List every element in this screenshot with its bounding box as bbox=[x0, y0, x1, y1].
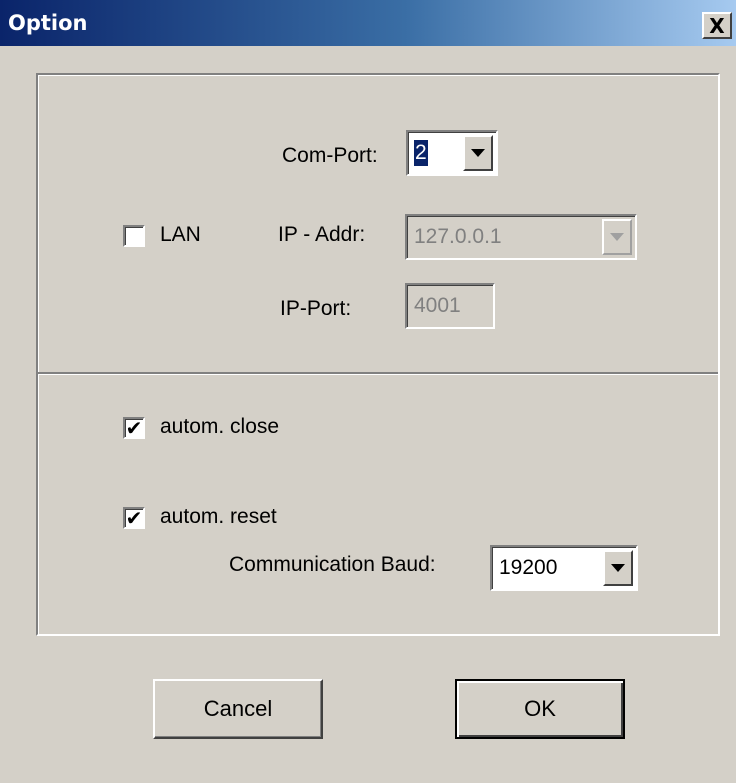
auto-reset-checkbox[interactable]: ✔ bbox=[123, 507, 145, 529]
auto-close-checkbox[interactable]: ✔ bbox=[123, 417, 145, 439]
close-button[interactable]: X bbox=[702, 12, 732, 39]
auto-reset-label: autom. reset bbox=[160, 505, 277, 528]
ip-port-value: 4001 bbox=[414, 294, 461, 317]
title-bar: Option X bbox=[0, 0, 736, 46]
ip-addr-combobox[interactable]: 127.0.0.1 bbox=[405, 214, 637, 260]
chevron-down-icon bbox=[611, 564, 625, 572]
ip-addr-label: IP - Addr: bbox=[278, 223, 366, 246]
ip-addr-dropdown-button[interactable] bbox=[602, 219, 632, 255]
com-port-dropdown-button[interactable] bbox=[463, 135, 493, 171]
chevron-down-icon bbox=[471, 149, 485, 157]
com-port-value: 2 bbox=[414, 140, 428, 166]
ok-button[interactable]: OK bbox=[455, 679, 625, 739]
check-icon: ✔ bbox=[125, 505, 143, 530]
lan-checkbox[interactable] bbox=[123, 225, 145, 247]
com-port-select[interactable]: 2 bbox=[406, 130, 498, 176]
auto-close-label: autom. close bbox=[160, 415, 280, 438]
com-port-label: Com-Port: bbox=[282, 144, 378, 167]
chevron-down-icon bbox=[610, 233, 624, 241]
baud-value: 19200 bbox=[499, 556, 558, 579]
baud-dropdown-button[interactable] bbox=[603, 550, 633, 586]
ip-addr-value: 127.0.0.1 bbox=[414, 225, 502, 248]
baud-select[interactable]: 19200 bbox=[490, 545, 638, 591]
baud-label: Communication Baud: bbox=[229, 553, 436, 576]
lan-label: LAN bbox=[160, 223, 201, 246]
ip-port-field[interactable]: 4001 bbox=[405, 283, 495, 329]
group-divider bbox=[38, 372, 718, 375]
check-icon: ✔ bbox=[125, 415, 143, 440]
ip-port-label: IP-Port: bbox=[280, 297, 352, 320]
cancel-button[interactable]: Cancel bbox=[153, 679, 323, 739]
window-title: Option bbox=[8, 11, 88, 35]
close-icon: X bbox=[709, 13, 725, 38]
